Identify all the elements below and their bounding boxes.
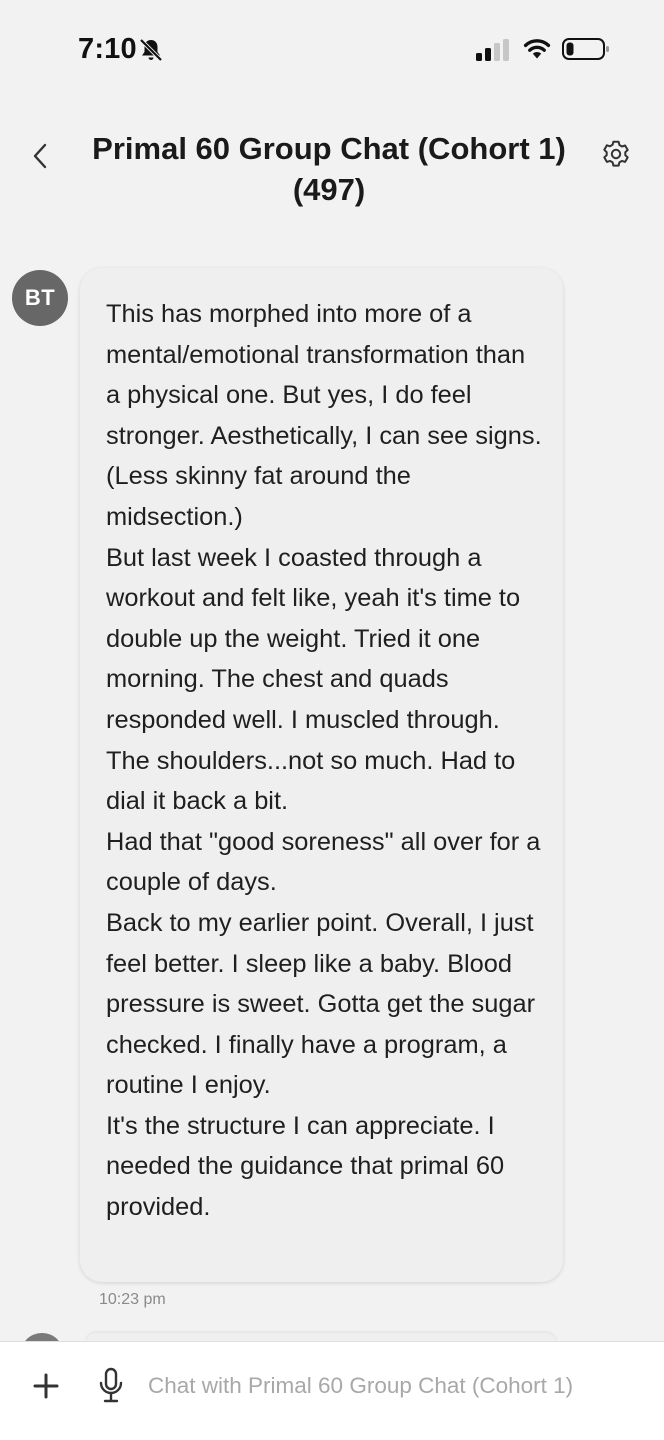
gear-icon xyxy=(603,140,629,167)
microphone-icon xyxy=(99,1367,123,1403)
message-bubble[interactable]: This has morphed into more of a mental/e… xyxy=(80,268,563,1282)
plus-icon xyxy=(33,1373,59,1399)
add-attachment-button[interactable] xyxy=(30,1370,62,1402)
voice-message-button[interactable] xyxy=(96,1366,126,1406)
chat-header: Primal 60 Group Chat (Cohort 1) (497) xyxy=(0,120,664,230)
status-bar: 7:10 xyxy=(0,0,664,100)
settings-button[interactable] xyxy=(598,136,634,172)
message-composer xyxy=(0,1341,664,1440)
message-text: This has morphed into more of a mental/e… xyxy=(106,300,542,1222)
back-button[interactable] xyxy=(22,136,58,176)
signal-icon xyxy=(476,39,509,61)
chat-title: Primal 60 Group Chat (Cohort 1) (497) xyxy=(92,131,566,207)
message-timestamp: 10:23 pm xyxy=(99,1291,166,1308)
avatar[interactable]: BT xyxy=(12,270,68,326)
chevron-left-icon xyxy=(33,143,47,169)
status-time: 7:10 xyxy=(78,33,137,65)
battery-icon xyxy=(562,38,609,60)
bell-slash-icon xyxy=(139,38,163,62)
chat-message-input[interactable] xyxy=(148,1366,638,1406)
wifi-icon xyxy=(523,39,551,59)
